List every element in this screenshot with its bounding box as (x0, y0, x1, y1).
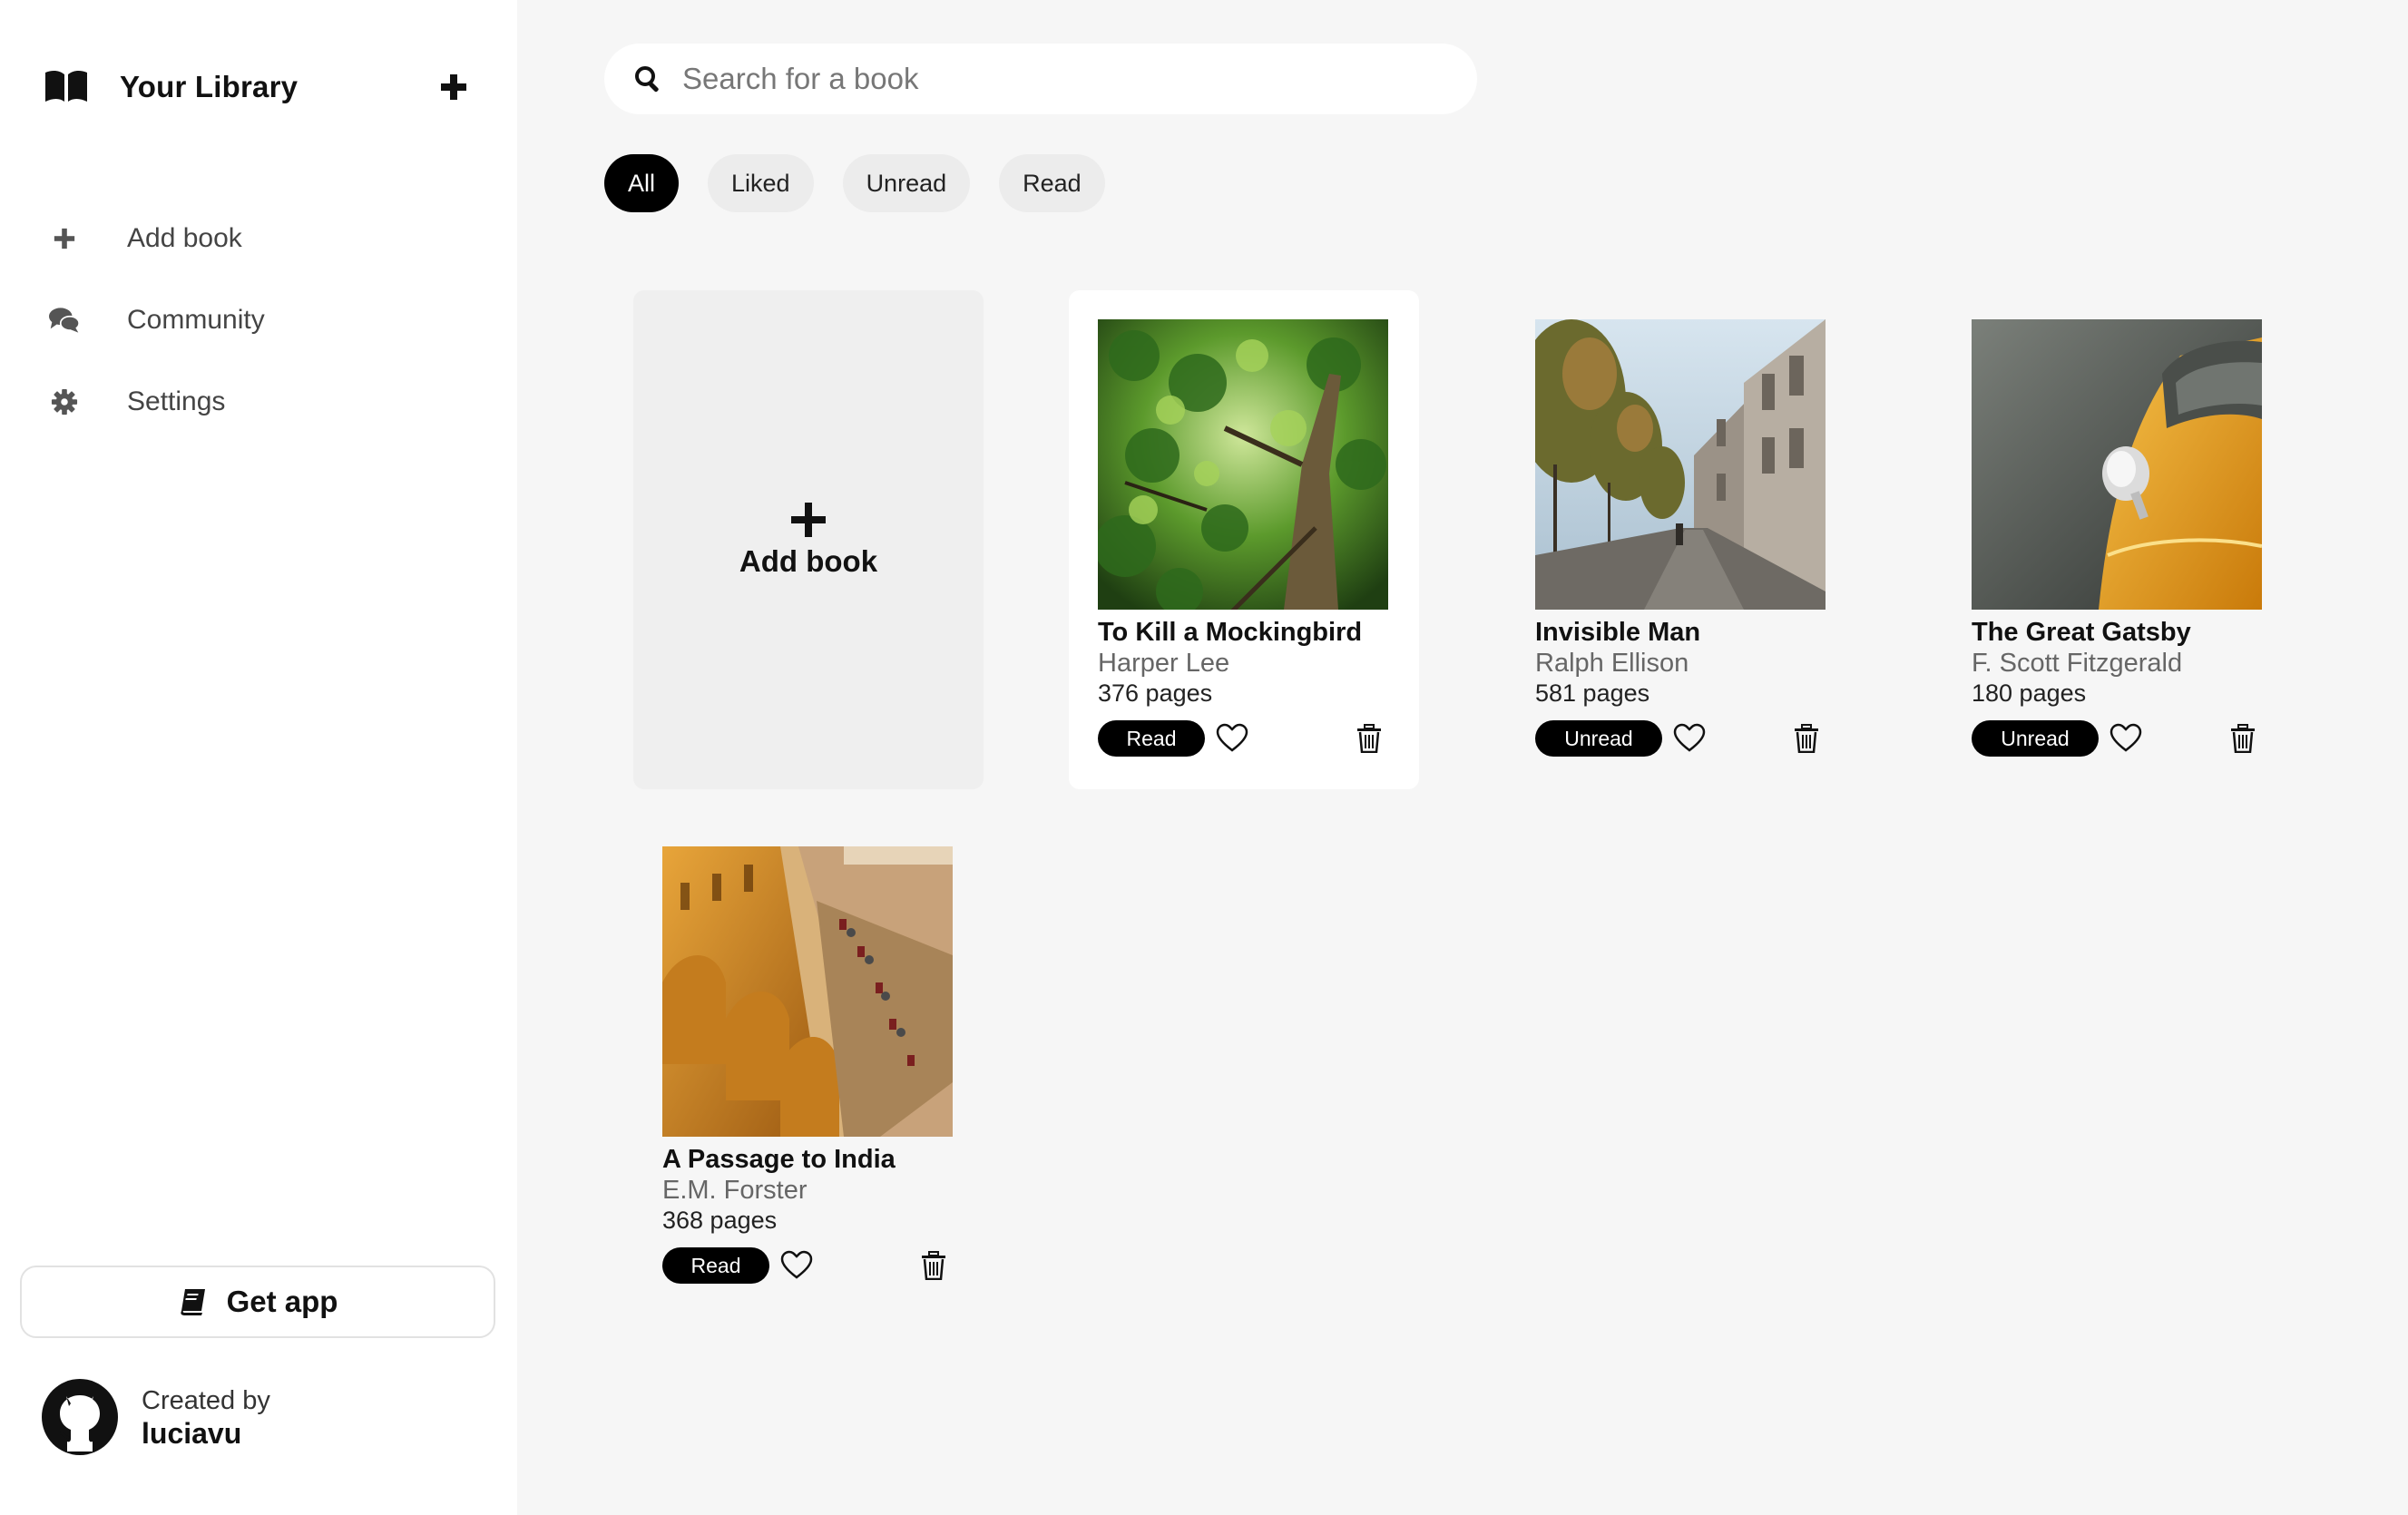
get-app-label: Get app (226, 1285, 338, 1318)
plus-icon (49, 223, 80, 254)
filter-chip-all[interactable]: All (604, 154, 680, 212)
book-cover-image (1535, 319, 1826, 610)
trash-icon[interactable] (1356, 724, 1383, 753)
sidebar-item-community[interactable]: Community (49, 279, 485, 361)
sidebar-item-label: Settings (127, 386, 226, 416)
trash-icon[interactable] (2229, 724, 2256, 753)
status-button[interactable]: Unread (1972, 720, 2099, 757)
book-icon (180, 1289, 205, 1315)
book-title: The Great Gatsby (1972, 618, 2191, 647)
add-book-label: Add book (739, 544, 878, 578)
trash-icon[interactable] (920, 1251, 947, 1280)
book-actions: Unread (1972, 720, 2264, 760)
book-open-icon (45, 70, 87, 102)
book-author: E.M. Forster (662, 1176, 808, 1205)
book-card[interactable]: The Great Gatsby F. Scott Fitzgerald 180… (1943, 290, 2293, 789)
book-author: Harper Lee (1098, 649, 1230, 678)
book-cover-image (1972, 319, 2262, 610)
sidebar-item-add-book[interactable]: Add book (49, 198, 485, 279)
book-pages: 376 pages (1098, 679, 1213, 707)
filter-tabs: All Liked Unread Read (604, 154, 1134, 212)
book-title: To Kill a Mockingbird (1098, 618, 1363, 647)
status-button[interactable]: Unread (1535, 720, 1662, 757)
search-input[interactable] (682, 62, 1408, 96)
brand-title: Your Library (120, 70, 299, 103)
book-card[interactable]: To Kill a Mockingbird Harper Lee 376 pag… (1069, 290, 1419, 789)
sidebar: Your Library Add book Community Settings… (0, 0, 517, 1515)
creator-name: luciavu (142, 1417, 242, 1450)
status-button[interactable]: Read (1098, 720, 1205, 757)
get-app-button[interactable]: Get app (20, 1266, 495, 1338)
book-author: Ralph Ellison (1535, 649, 1689, 678)
add-book-card[interactable]: Add book (633, 290, 984, 789)
book-pages: 368 pages (662, 1207, 778, 1234)
book-actions: Read (662, 1247, 954, 1287)
plus-icon (791, 503, 826, 537)
search-icon (635, 66, 659, 93)
sidebar-nav: Add book Community Settings (49, 198, 485, 443)
chat-bubbles-icon (49, 305, 80, 336)
book-title: A Passage to India (662, 1145, 896, 1174)
filter-chip-unread[interactable]: Unread (842, 154, 971, 212)
filter-chip-liked[interactable]: Liked (708, 154, 814, 212)
app-root: Your Library Add book Community Settings… (0, 0, 2408, 1515)
creator-credit[interactable]: Created by luciavu (42, 1379, 270, 1455)
gear-icon (49, 386, 80, 417)
brand-header: Your Library (45, 62, 472, 112)
github-icon (42, 1379, 118, 1455)
book-title: Invisible Man (1535, 618, 1701, 647)
sidebar-item-label: Add book (127, 223, 242, 253)
heart-icon[interactable] (1216, 722, 1248, 755)
book-cover-image (1098, 319, 1388, 610)
heart-icon[interactable] (780, 1249, 813, 1282)
book-actions: Read (1098, 720, 1390, 760)
sidebar-item-label: Community (127, 305, 265, 335)
status-button[interactable]: Read (662, 1247, 769, 1284)
book-author: F. Scott Fitzgerald (1972, 649, 2183, 678)
search-bar[interactable] (604, 44, 1477, 114)
trash-icon[interactable] (1793, 724, 1820, 753)
book-actions: Unread (1535, 720, 1827, 760)
book-pages: 180 pages (1972, 679, 2087, 707)
book-card[interactable]: A Passage to India E.M. Forster 368 page… (633, 817, 984, 1316)
filter-chip-read[interactable]: Read (999, 154, 1105, 212)
creator-text: Created by luciavu (142, 1384, 270, 1450)
sidebar-item-settings[interactable]: Settings (49, 361, 485, 443)
new-item-plus-icon[interactable] (436, 69, 472, 105)
book-pages: 581 pages (1535, 679, 1650, 707)
book-cover-image (662, 846, 953, 1137)
heart-icon[interactable] (1673, 722, 1706, 755)
heart-icon[interactable] (2109, 722, 2142, 755)
creator-caption: Created by (142, 1386, 270, 1415)
book-card[interactable]: Invisible Man Ralph Ellison 581 pages Un… (1506, 290, 1856, 789)
